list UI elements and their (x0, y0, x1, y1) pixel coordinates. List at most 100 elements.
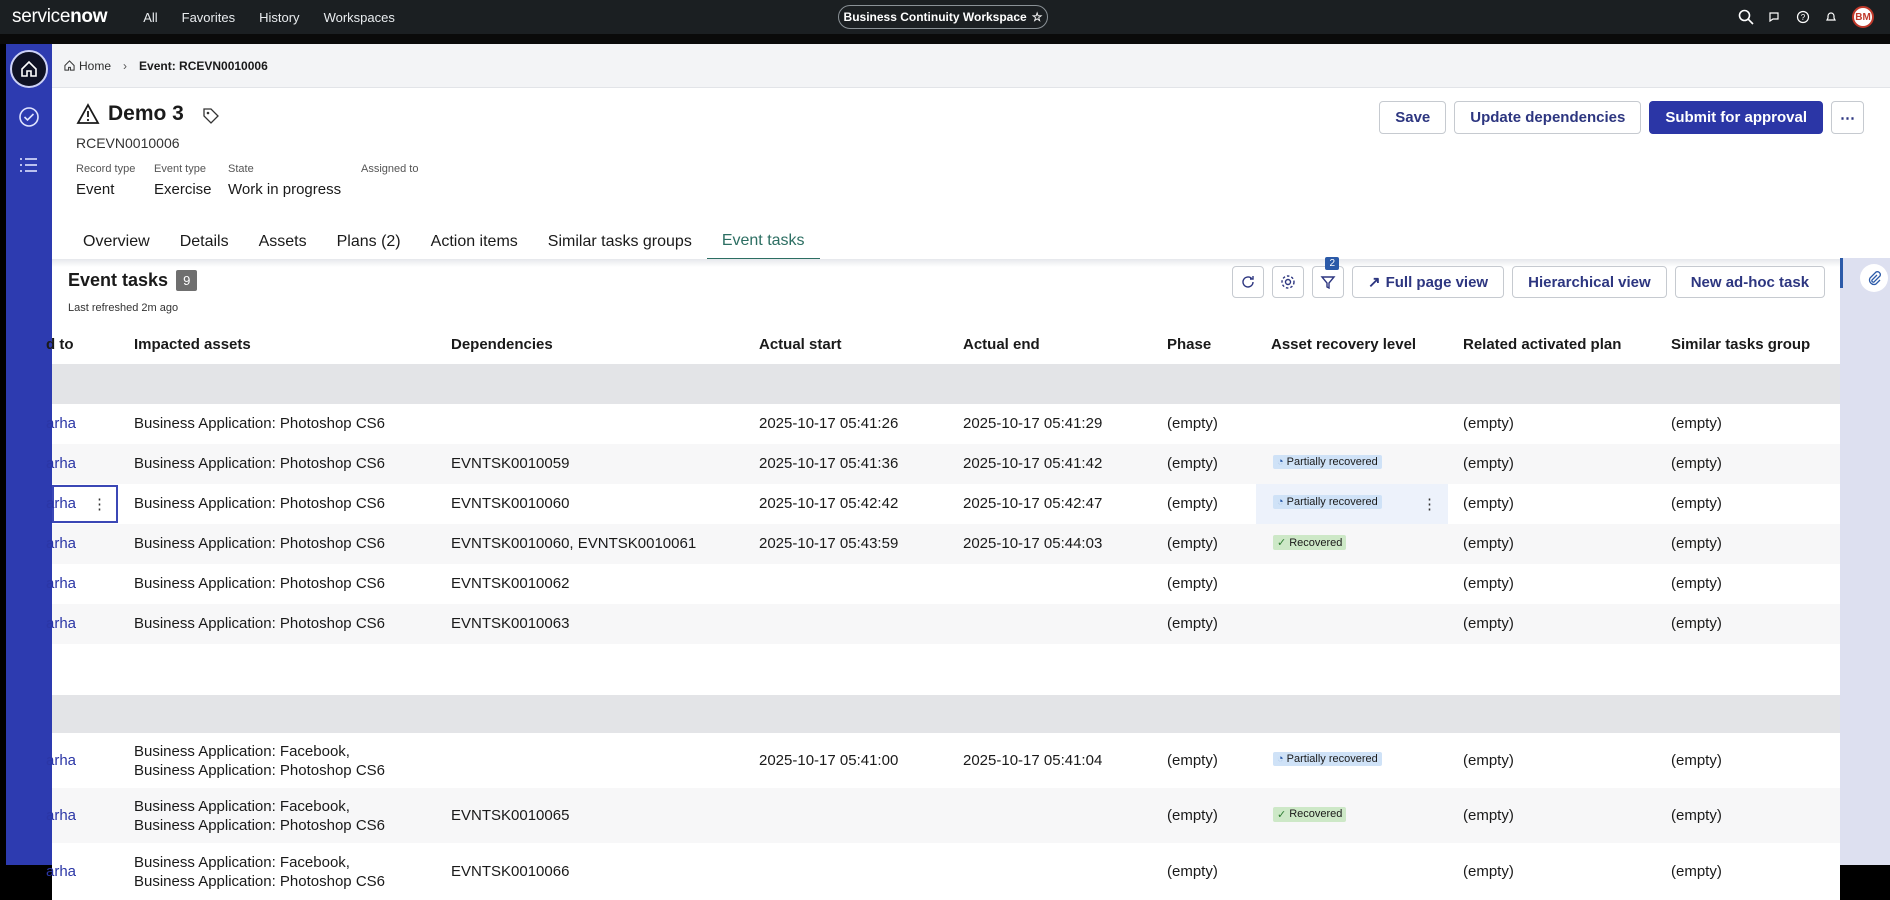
cell-menu-icon[interactable]: ⋮ (1422, 495, 1437, 513)
assigned-to-link[interactable]: arha (46, 495, 76, 512)
table-row[interactable]: arha Business Application: Photoshop CS6 E… (46, 564, 1840, 604)
assigned-to-link[interactable]: arha (46, 415, 76, 432)
similar-tasks-group-cell: (empty) (1671, 862, 1722, 880)
col-actual-start[interactable]: Actual start (759, 336, 842, 353)
table-row[interactable]: ⋮ ⋮ arha Business Application: Photoshop CS… (46, 484, 1840, 524)
recovery-status-label: Recovered (1289, 536, 1343, 549)
tab-details[interactable]: Details (165, 224, 244, 260)
hierarchical-view-button[interactable]: Hierarchical view (1512, 266, 1667, 298)
tab-action-items[interactable]: Action items (416, 224, 533, 260)
col-phase[interactable]: Phase (1167, 336, 1211, 353)
phase-cell: (empty) (1167, 615, 1218, 632)
filter-icon[interactable]: 2 (1312, 257, 1344, 298)
dependencies-cell: EVNTSK0010060 (451, 495, 570, 512)
related-plan-cell: (empty) (1463, 415, 1514, 432)
recovery-status-badge: ◔ Partially recovered (1273, 455, 1382, 469)
phase-cell: (empty) (1167, 862, 1218, 880)
similar-tasks-group-cell: (empty) (1671, 615, 1722, 632)
tag-icon[interactable] (202, 107, 220, 125)
table-row[interactable]: arha Business Application: Facebook, Busin… (46, 788, 1840, 843)
assigned-to-link[interactable]: arha (46, 455, 76, 472)
assigned-to-link[interactable]: arha (46, 615, 76, 632)
assigned-to-link[interactable]: arha (46, 807, 76, 824)
breadcrumb-home-label: Home (79, 58, 112, 73)
partial-status-icon: ◔ (1277, 496, 1284, 508)
nav-workspaces[interactable]: Workspaces (312, 10, 407, 25)
list-icon[interactable] (18, 154, 40, 181)
check-circle-icon[interactable] (18, 106, 40, 133)
avatar[interactable]: BM (1852, 6, 1874, 28)
dependencies-cell: EVNTSK0010066 (451, 862, 570, 880)
breadcrumb-home[interactable]: Home (64, 59, 111, 73)
new-ad-hoc-task-button[interactable]: New ad-hoc task (1674, 266, 1826, 298)
help-icon[interactable]: ? (1796, 10, 1810, 24)
related-plan-cell: (empty) (1463, 862, 1514, 880)
paperclip-icon[interactable] (1860, 264, 1888, 292)
meta-label: Event type (154, 163, 206, 175)
panel-title: Event tasks 9 (68, 270, 198, 291)
table-row[interactable]: arha Business Application: Photoshop CS6 E… (46, 524, 1840, 564)
tab-assets[interactable]: Assets (244, 224, 322, 260)
side-panel-indicator (1840, 258, 1843, 288)
assigned-to-link[interactable]: arha (46, 575, 76, 592)
search-icon[interactable] (1738, 9, 1754, 25)
col-impacted-assets[interactable]: Impacted assets (134, 336, 251, 353)
meta-value: Work in progress (228, 181, 342, 198)
star-icon[interactable]: ☆ (1032, 10, 1043, 24)
full-page-view-button[interactable]: ↗ Full page view (1352, 266, 1505, 298)
actual-end-cell: 2025-10-17 05:41:04 (963, 751, 1103, 769)
home-small-icon (64, 60, 75, 71)
assigned-to-link[interactable]: arha (46, 535, 76, 552)
table-row[interactable]: arha Business Application: Photoshop CS6 E… (46, 604, 1840, 644)
impacted-assets-cell: Business Application: Photoshop CS6 (134, 615, 385, 632)
servicenow-logo[interactable]: servicenow (12, 6, 107, 28)
breadcrumb: Home › Event: RCEVN0010006 (52, 44, 1890, 88)
actual-end-cell: 2025-10-17 05:42:47 (963, 495, 1103, 512)
asset-line: Business Application: Facebook, (134, 797, 350, 815)
tab-plans[interactable]: Plans (2) (322, 224, 416, 260)
refresh-icon[interactable] (1232, 266, 1264, 298)
chat-icon[interactable] (1768, 10, 1782, 24)
col-asset-recovery-level[interactable]: Asset recovery level (1271, 336, 1416, 353)
col-actual-end[interactable]: Actual end (963, 336, 1040, 353)
similar-tasks-group-cell: (empty) (1671, 535, 1722, 552)
actual-end-cell: 2025-10-17 05:44:03 (963, 535, 1103, 552)
assigned-to-link[interactable]: arha (46, 752, 76, 769)
tab-event-tasks[interactable]: Event tasks (706, 224, 820, 260)
logo-text-b: now (70, 6, 108, 27)
submit-for-approval-button[interactable]: Submit for approval (1649, 101, 1823, 134)
more-options-icon[interactable]: ⋯ (1831, 101, 1864, 134)
similar-tasks-group-cell: (empty) (1671, 455, 1722, 472)
recovery-status-label: Recovered (1289, 808, 1343, 820)
col-dependencies[interactable]: Dependencies (451, 336, 553, 353)
impacted-assets-cell: Business Application: Facebook, Business … (134, 797, 385, 835)
meta-assigned-to: Assigned to (361, 163, 418, 181)
tab-similar-tasks-groups[interactable]: Similar tasks groups (533, 224, 707, 260)
update-dependencies-button[interactable]: Update dependencies (1454, 101, 1642, 134)
col-related-activated-plan[interactable]: Related activated plan (1463, 336, 1621, 353)
assigned-to-link[interactable]: arha (46, 863, 76, 880)
cell-menu-icon[interactable]: ⋮ (92, 495, 107, 513)
group-header-row[interactable] (52, 364, 1840, 404)
workspace-pill[interactable]: Business Continuity Workspace ☆ (838, 5, 1048, 29)
table-row[interactable]: arha Business Application: Facebook, Busin… (46, 733, 1840, 788)
nav-all[interactable]: All (131, 10, 169, 25)
group-header-row[interactable] (52, 695, 1840, 733)
nav-history[interactable]: History (247, 10, 311, 25)
recovery-status-label: Partially recovered (1286, 496, 1378, 508)
table-header: d to Impacted assets Dependencies Actual… (46, 324, 1840, 366)
save-button[interactable]: Save (1379, 101, 1447, 134)
recovery-status-badge: ◔ Partially recovered (1273, 495, 1382, 509)
gear-icon[interactable] (1272, 266, 1304, 298)
table-row[interactable]: arha Business Application: Photoshop CS6 E… (46, 444, 1840, 484)
table-row[interactable]: arha Business Application: Photoshop CS6 2… (46, 404, 1840, 444)
col-similar-tasks-group[interactable]: Similar tasks group (1671, 336, 1810, 353)
related-plan-cell: (empty) (1463, 751, 1514, 769)
tab-overview[interactable]: Overview (68, 224, 165, 260)
table-row[interactable]: arha Business Application: Facebook, Busin… (46, 843, 1840, 900)
home-icon[interactable] (10, 50, 48, 88)
bell-icon[interactable] (1824, 10, 1838, 24)
col-assigned-to[interactable]: d to (46, 336, 74, 353)
nav-favorites[interactable]: Favorites (170, 10, 247, 25)
dependencies-cell: EVNTSK0010065 (451, 806, 570, 824)
